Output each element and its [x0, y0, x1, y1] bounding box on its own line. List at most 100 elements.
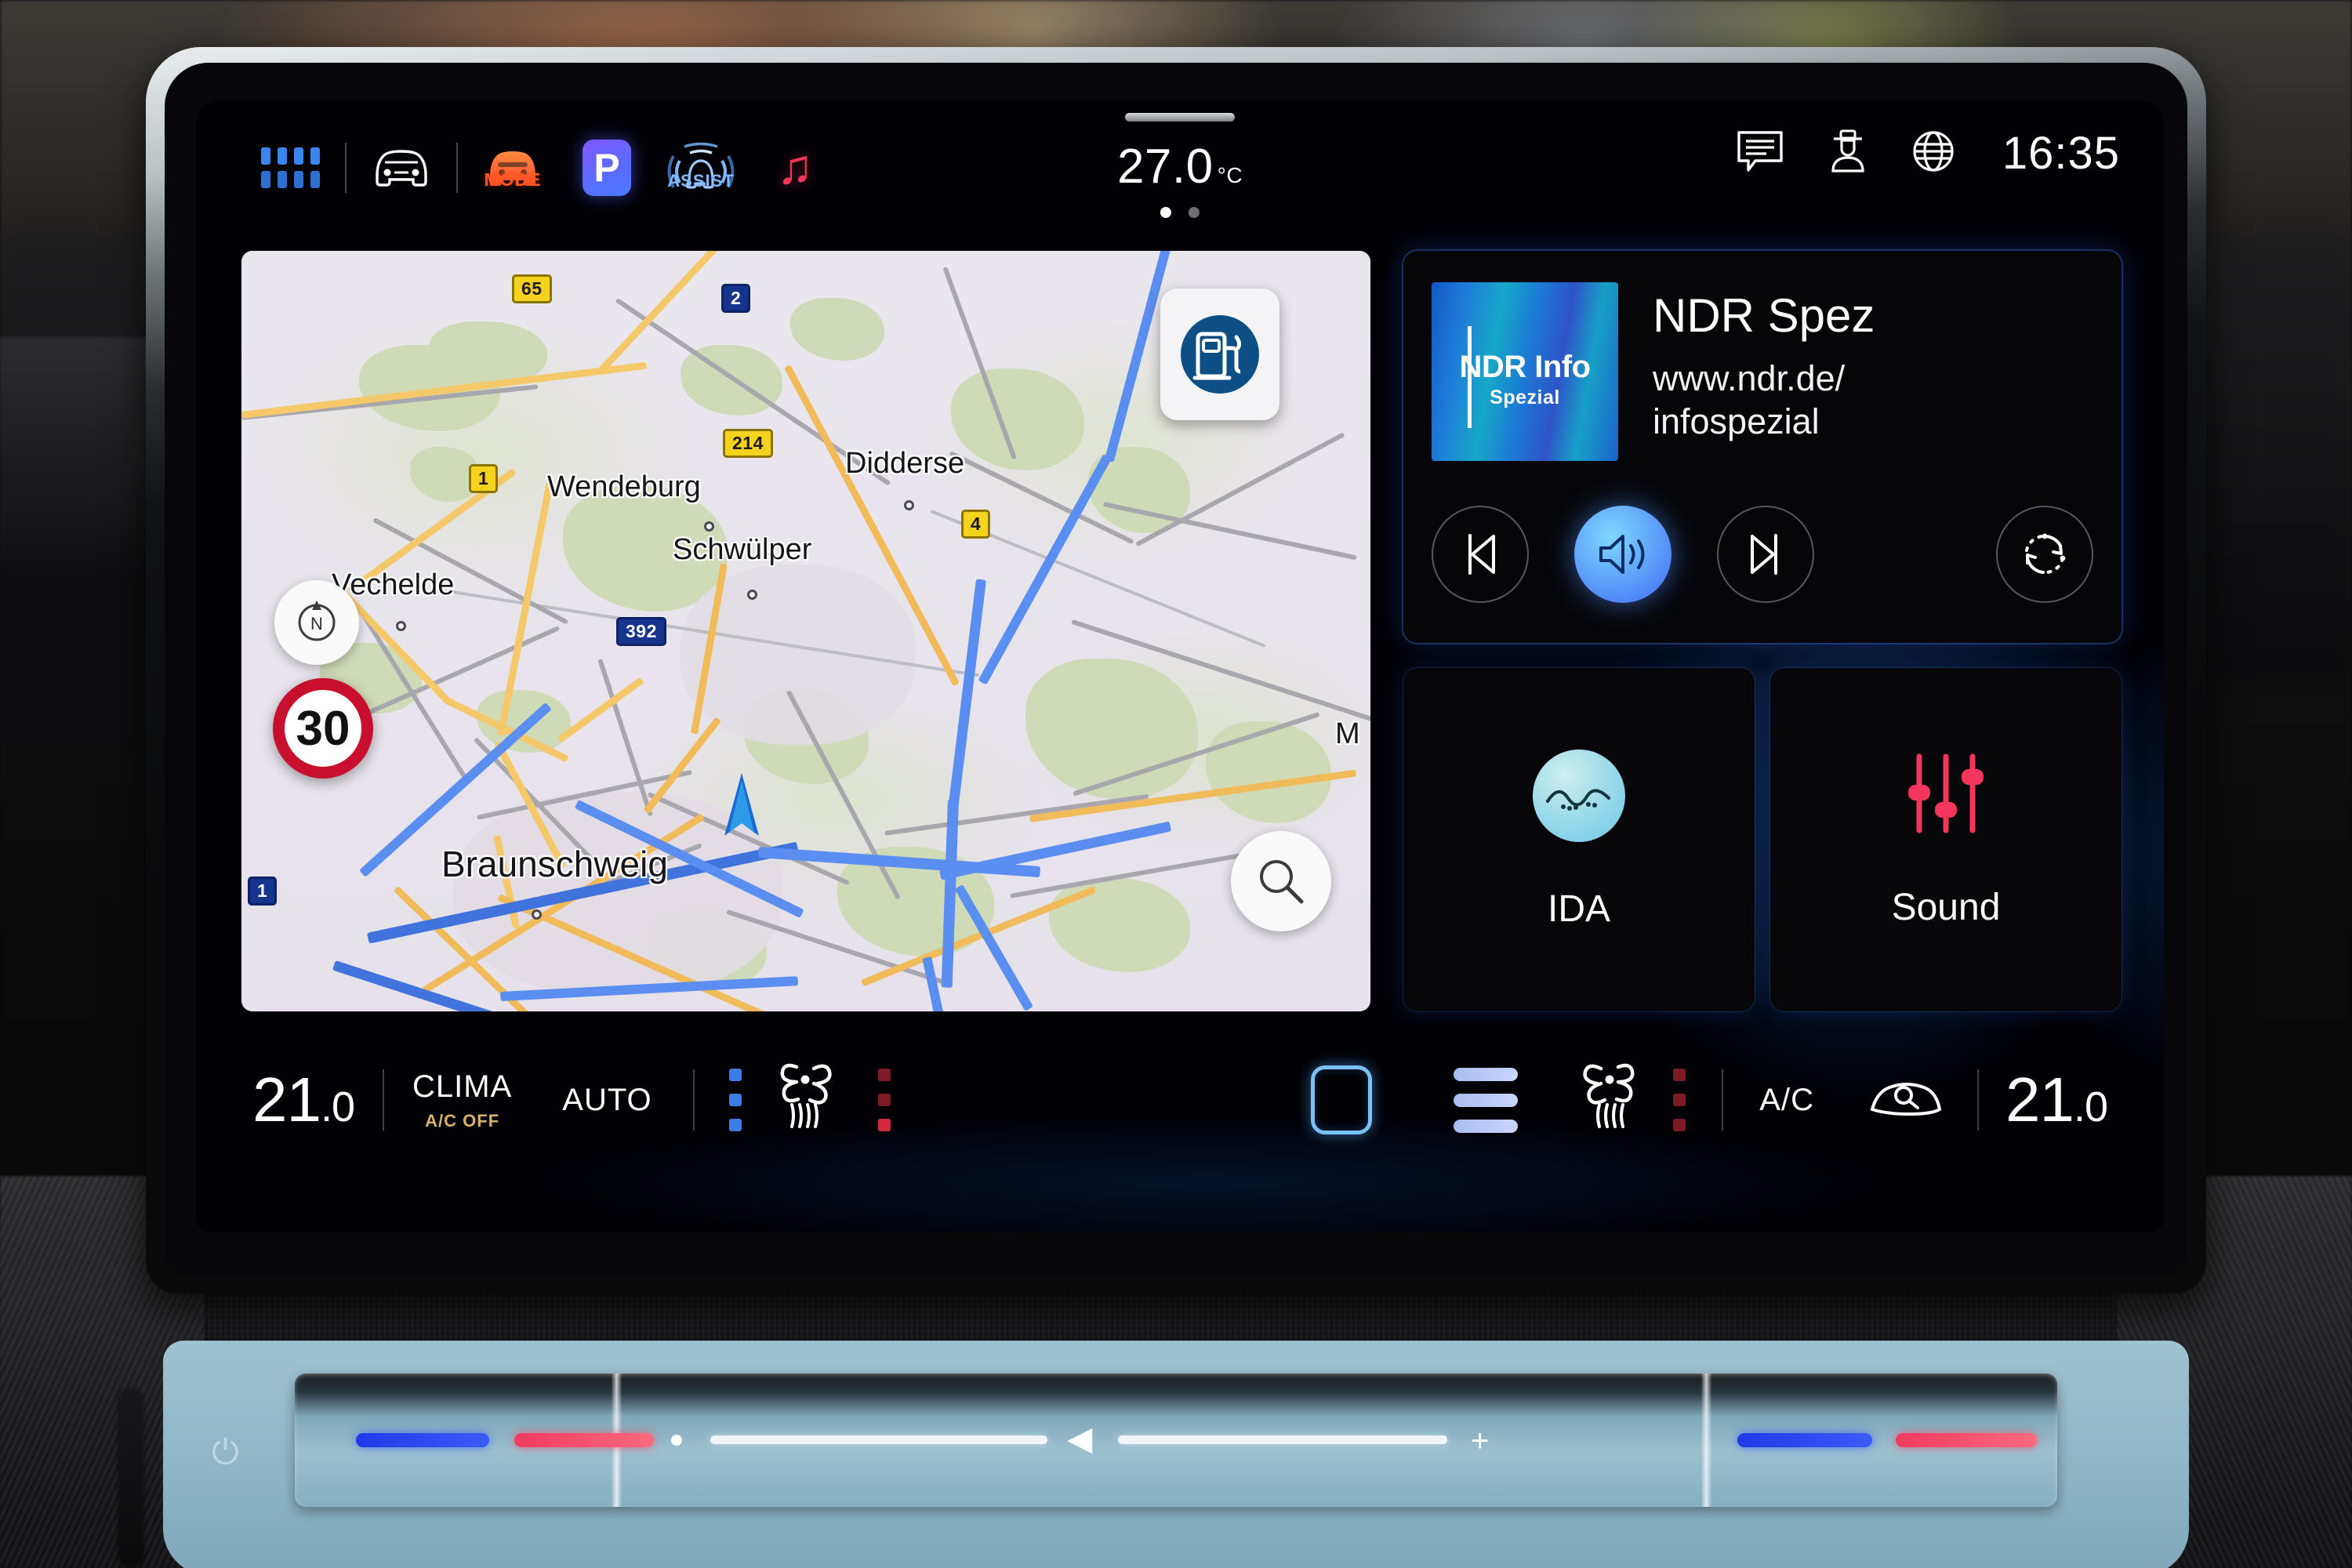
- volume-slider-left[interactable]: [710, 1436, 1047, 1444]
- apps-grid-icon: [260, 147, 320, 188]
- navigation-map[interactable]: Didderse Wendeburg Schwülper Vechelde Br…: [241, 251, 1370, 1011]
- sound-equalizer-icon: [1905, 750, 1987, 840]
- next-track-button[interactable]: [1717, 506, 1814, 603]
- left-temp-decimal: .0: [320, 1083, 355, 1131]
- vehicle-button[interactable]: [354, 127, 448, 209]
- skip-previous-icon: [1468, 534, 1495, 575]
- physical-slider-strip[interactable]: ⏻ ◀ +: [163, 1341, 2189, 1568]
- map-place-label: Wendeburg: [547, 470, 701, 503]
- climate-divider: [1976, 1069, 1979, 1131]
- cabin-temperature-value: 27.0: [1116, 140, 1214, 194]
- vehicle-position-arrow: [712, 768, 771, 874]
- left-air-vent: [0, 337, 165, 745]
- left-temperature-value[interactable]: 21.0: [252, 1064, 355, 1136]
- right-seat-heating-level[interactable]: [1673, 1069, 1686, 1131]
- speed-limit-sign: 30: [273, 678, 373, 779]
- page-dot-2[interactable]: [1189, 207, 1200, 218]
- cabin-temperature-unit: °C: [1217, 163, 1243, 187]
- volume-minus-icon[interactable]: [671, 1435, 682, 1446]
- climate-divider: [1722, 1069, 1724, 1131]
- park-button[interactable]: P: [560, 127, 654, 209]
- road-shield: 392: [616, 617, 666, 646]
- climate-divider: [383, 1069, 385, 1131]
- left-temp-warm-slider[interactable]: [514, 1433, 654, 1447]
- status-bar: MODE P ASSIST ♫ 27.0 °C 16:35: [196, 100, 2164, 234]
- driving-mode-button[interactable]: MODE: [466, 127, 560, 209]
- map-search-button[interactable]: [1231, 831, 1331, 931]
- panel-drag-handle[interactable]: [1125, 113, 1235, 122]
- cover-line-1: NDR Info: [1459, 350, 1591, 384]
- scan-button[interactable]: [1996, 506, 2093, 603]
- status-divider: [345, 143, 347, 193]
- apps-button[interactable]: [243, 127, 337, 209]
- road-shield: 65: [512, 274, 552, 303]
- cabin-temperature: 27.0 °C: [1117, 139, 1243, 194]
- map-place-dot: [747, 590, 757, 600]
- left-seat-heating-level[interactable]: [877, 1069, 891, 1131]
- left-seat-ventilation-icon[interactable]: [773, 1058, 847, 1143]
- globe-icon[interactable]: [1911, 129, 1955, 177]
- left-seat-cooling-level[interactable]: [728, 1069, 742, 1131]
- right-temp-decimal: .0: [2073, 1083, 2108, 1131]
- auto-button[interactable]: AUTO: [562, 1083, 652, 1118]
- assist-label: ASSIST: [667, 171, 735, 191]
- page-dot-1[interactable]: [1160, 207, 1171, 218]
- volume-slider-right[interactable]: [1118, 1436, 1447, 1444]
- volume-plus-icon[interactable]: +: [1471, 1425, 1489, 1457]
- power-icon[interactable]: ⏻: [212, 1433, 239, 1472]
- road-shield: 1: [248, 877, 278, 906]
- cabin-temperature-group[interactable]: 27.0 °C: [1117, 113, 1243, 218]
- car-front-icon: [366, 141, 437, 195]
- music-note-icon: ♫: [776, 140, 814, 194]
- climate-divider: [692, 1069, 695, 1131]
- rear-window-defrost-icon[interactable]: [1864, 1073, 1946, 1127]
- media-button[interactable]: ♫: [748, 127, 842, 209]
- ida-assistant-icon: [1533, 749, 1625, 842]
- right-temp-warm-slider[interactable]: [1896, 1433, 2037, 1447]
- status-divider: [456, 143, 458, 193]
- map-place-dot: [704, 521, 714, 532]
- station-info-line-2: infospezial: [1653, 401, 1820, 441]
- map-place-label: Schwülper: [673, 533, 812, 566]
- map-place-dot: [396, 621, 406, 631]
- clock: 16:35: [2002, 128, 2120, 179]
- status-bar-right-group: 16:35: [1736, 127, 2120, 180]
- ac-button[interactable]: A/C: [1759, 1083, 1814, 1118]
- assist-button[interactable]: ASSIST: [654, 127, 748, 209]
- station-name: NDR Spez: [1653, 289, 1875, 342]
- right-temp-cold-slider[interactable]: [1737, 1433, 1872, 1447]
- map-place-label: M: [1335, 717, 1360, 750]
- road-shield: 4: [961, 510, 991, 539]
- map-compass-button[interactable]: N: [274, 580, 359, 665]
- slider-glass-panel[interactable]: ◀ +: [295, 1374, 2057, 1507]
- compass-north-icon: N: [298, 601, 336, 641]
- message-bubble-icon[interactable]: [1736, 129, 1784, 178]
- cover-line-2: Spezial: [1490, 387, 1560, 408]
- park-badge: P: [583, 140, 631, 196]
- driving-mode-label: MODE: [484, 169, 542, 190]
- climate-controls-row: 21.0 CLIMA A/C OFF AUTO A/C 21.0: [196, 1049, 2164, 1151]
- search-icon: [1260, 860, 1304, 904]
- infotainment-display[interactable]: MODE P ASSIST ♫ 27.0 °C 16:35 Didderse W…: [196, 100, 2164, 1232]
- refresh-cycle-icon: [2025, 533, 2066, 574]
- status-bar-left-group: MODE P ASSIST ♫: [243, 127, 842, 209]
- previous-track-button[interactable]: [1432, 506, 1529, 603]
- user-profile-icon[interactable]: [1827, 129, 1869, 178]
- skip-next-icon: [1751, 534, 1777, 575]
- sound-tile-label: Sound: [1891, 887, 2001, 928]
- clima-label: CLIMA: [412, 1069, 513, 1104]
- ida-tile[interactable]: IDA: [1403, 668, 1755, 1011]
- left-temp-cold-slider[interactable]: [356, 1433, 489, 1447]
- media-panel[interactable]: NDR Info Spezial NDR Spez www.ndr.de/ in…: [1403, 251, 2122, 643]
- volume-button[interactable]: [1574, 506, 1671, 603]
- airflow-bars-icon[interactable]: [1454, 1067, 1519, 1133]
- fuel-station-icon: [1181, 315, 1259, 394]
- right-seat-ventilation-icon[interactable]: [1568, 1058, 1642, 1143]
- sound-tile[interactable]: Sound: [1770, 668, 2122, 1011]
- clima-button[interactable]: CLIMA A/C OFF: [412, 1069, 512, 1131]
- right-temperature-value[interactable]: 21.0: [2005, 1064, 2108, 1136]
- cover-art-text: NDR Info Spezial: [1432, 350, 1618, 409]
- volume-mute-icon[interactable]: ◀: [1067, 1419, 1092, 1457]
- display-off-button[interactable]: [1311, 1065, 1373, 1134]
- fuel-poi-chip[interactable]: [1160, 289, 1279, 420]
